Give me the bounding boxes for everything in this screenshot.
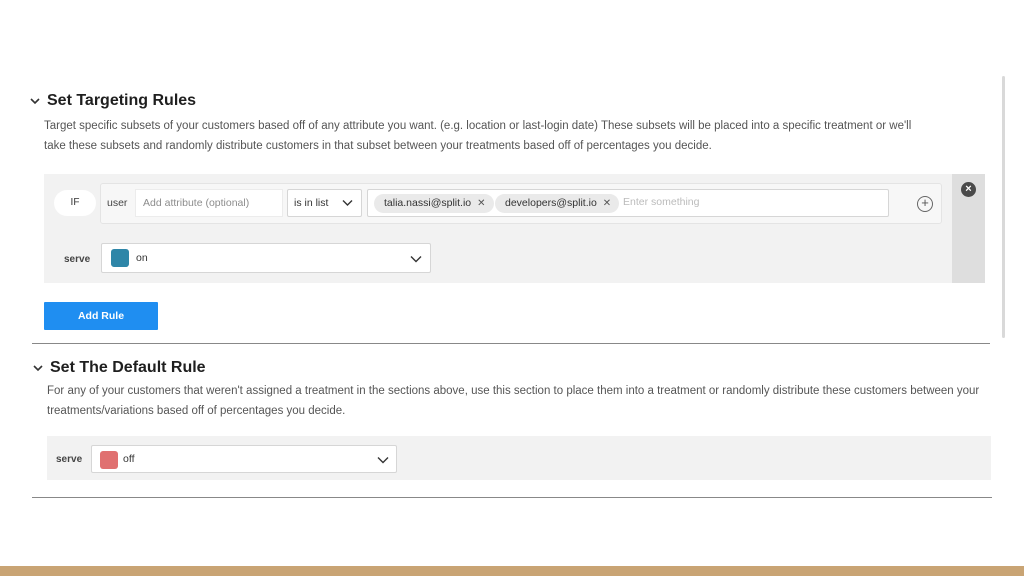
remove-tag-icon[interactable]: ✕: [477, 198, 485, 209]
serve-label: serve: [56, 454, 83, 465]
default-section-title: Set The Default Rule: [50, 359, 206, 376]
list-input-placeholder: Enter something: [623, 196, 700, 208]
treatment-color-swatch: [100, 451, 118, 469]
remove-tag-icon[interactable]: ✕: [603, 198, 611, 209]
section-divider: [32, 343, 990, 344]
matcher-select[interactable]: is in list: [287, 189, 362, 217]
chevron-down-icon: [342, 200, 353, 206]
remove-rule-icon[interactable]: ×: [961, 182, 976, 197]
matcher-value: is in list: [294, 197, 329, 209]
default-serve-select[interactable]: off: [91, 445, 397, 473]
add-condition-icon[interactable]: +: [917, 196, 933, 212]
default-description-line-1: For any of your customers that weren't a…: [47, 385, 980, 397]
serve-value: on: [136, 252, 148, 264]
default-description-line-2: treatments/variations based off of perce…: [47, 405, 346, 417]
add-rule-button[interactable]: Add Rule: [44, 302, 158, 330]
targeting-description-line-2: take these subsets and randomly distribu…: [44, 140, 712, 152]
treatment-color-swatch: [111, 249, 129, 267]
condition-subject: user: [107, 197, 128, 209]
section-divider: [32, 497, 992, 498]
scrollbar[interactable]: [1002, 76, 1005, 338]
targeting-section-header[interactable]: Set Targeting Rules: [29, 92, 196, 110]
attribute-input[interactable]: Add attribute (optional): [135, 189, 283, 217]
chevron-down-icon: [377, 457, 389, 464]
tag-label: developers@split.io: [505, 197, 597, 209]
serve-select[interactable]: on: [101, 243, 431, 273]
chevron-down-icon[interactable]: [29, 95, 41, 107]
list-values-input[interactable]: talia.nassi@split.io ✕ developers@split.i…: [367, 189, 889, 217]
default-section-description: For any of your customers that weren't a…: [47, 381, 997, 421]
tag-label: talia.nassi@split.io: [384, 197, 472, 209]
chevron-down-icon[interactable]: [32, 362, 44, 374]
chevron-down-icon: [410, 256, 422, 263]
targeting-description-line-1: Target specific subsets of your customer…: [44, 120, 912, 132]
serve-label: serve: [64, 254, 91, 265]
serve-value: off: [123, 453, 135, 465]
if-label: IF: [54, 190, 96, 216]
list-value-tag[interactable]: developers@split.io ✕: [495, 194, 620, 213]
default-section-header[interactable]: Set The Default Rule: [32, 359, 206, 377]
list-value-tag[interactable]: talia.nassi@split.io ✕: [374, 194, 494, 213]
targeting-section-title: Set Targeting Rules: [47, 92, 197, 109]
bottom-accent-bar: [0, 566, 1024, 576]
targeting-section-description: Target specific subsets of your customer…: [44, 116, 994, 156]
